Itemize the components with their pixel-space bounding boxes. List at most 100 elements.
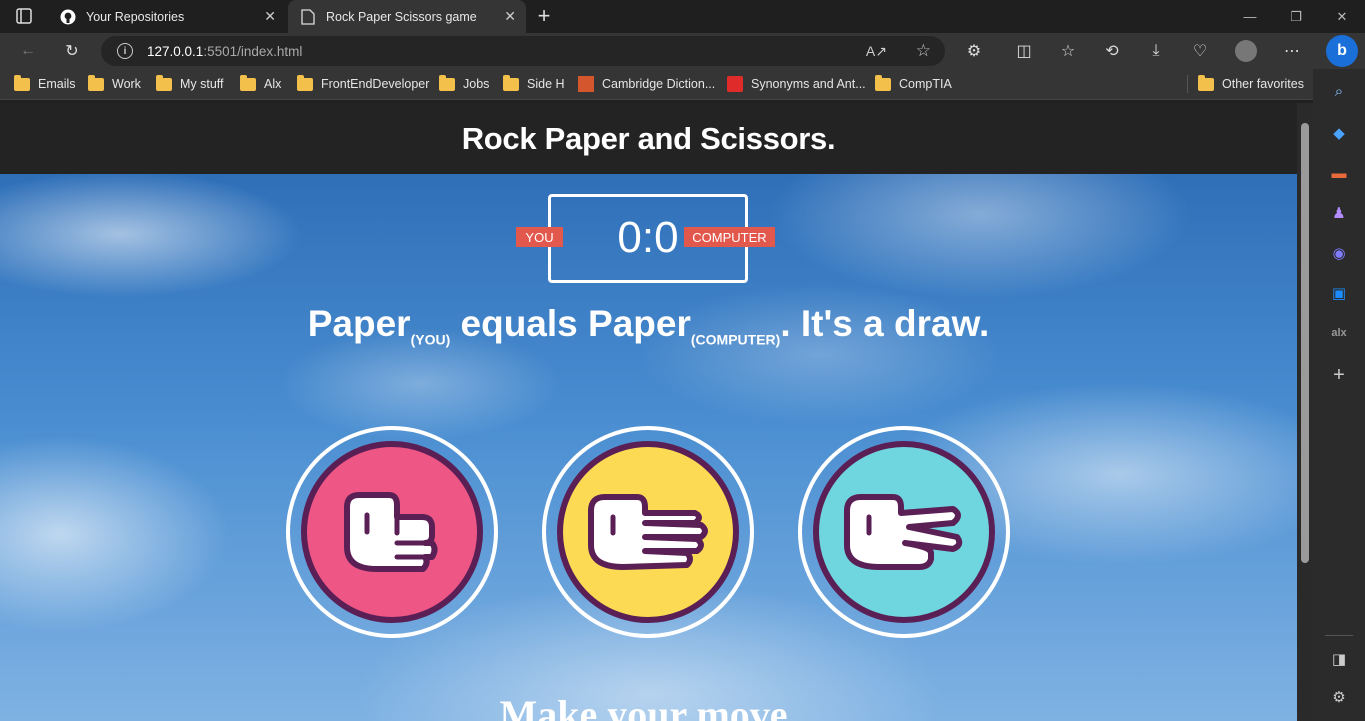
paper-choice-button[interactable] [542,426,754,638]
bookmark-label: Alx [264,77,282,91]
paper-hand-icon [588,494,708,570]
tools-icon[interactable]: ▬ [1327,161,1351,185]
page-title: Rock Paper and Scissors. [461,120,836,156]
page-scrollbar[interactable] [1297,103,1313,721]
microsoft365-icon[interactable]: ◉ [1327,241,1351,265]
bookmark-label: Side H [527,77,565,91]
bookmark-label: Jobs [463,77,490,91]
computer-choice-text: Paper [588,303,691,344]
bookmarks-bar: Emails Work My stuff Alx FrontEndDevelop… [0,69,1313,100]
bookmark-divider [1187,75,1188,93]
thesaurus-logo-icon [727,76,743,92]
edge-sidebar: ⌕ ◆ ▬ ♟ ◉ ▣ alx + ◨ ⚙ [1313,69,1365,721]
result-outcome: . It's a draw. [780,303,990,344]
bookmark-comptia[interactable]: CompTIA [875,74,952,94]
user-choice-text: Paper [307,303,411,344]
bookmark-work[interactable]: Work [88,74,141,94]
bookmark-synonyms[interactable]: Synonyms and Ant... [727,74,866,94]
bookmark-label: FrontEndDeveloper [321,77,430,91]
result-verb: equals [460,303,578,344]
close-window-icon[interactable]: ✕ [1319,0,1365,33]
rock-hand-icon [344,492,438,572]
bookmark-label: Cambridge Diction... [602,77,716,91]
games-icon[interactable]: ♟ [1327,201,1351,225]
split-screen-icon[interactable]: ◫ [1010,37,1038,65]
paper-circle [557,441,739,623]
tab-repositories[interactable]: Your Repositories ✕ [48,0,286,33]
make-move-prompt: Make your move. [499,692,798,721]
favorite-star-icon[interactable]: ☆ [916,41,931,61]
bookmark-alx[interactable]: Alx [240,74,281,94]
close-tab-icon[interactable]: ✕ [264,8,276,25]
tab-bar: Your Repositories ✕ Rock Paper Scissors … [0,0,1365,33]
cambridge-logo-icon [578,76,594,92]
outlook-icon[interactable]: ▣ [1327,281,1351,305]
bookmark-my-stuff[interactable]: My stuff [156,74,224,94]
navigation-bar: ← ↻ i 127.0.0.1:5501/index.html A↗ ☆ ⚙ ◫… [0,33,1365,69]
folder-icon [14,74,30,91]
settings-icon[interactable]: ⚙ [1327,685,1351,709]
scissors-circle [813,441,995,623]
scissors-hand-icon [844,494,963,570]
bookmark-label: Other favorites [1222,77,1304,91]
url-path: :5501/index.html [203,43,303,59]
extensions-icon[interactable]: ⚙ [960,37,988,65]
folder-icon [156,74,172,91]
tab-label: Your Repositories [86,9,185,24]
hide-sidebar-icon[interactable]: ◨ [1327,647,1351,671]
bookmark-jobs[interactable]: Jobs [439,74,489,94]
search-icon[interactable]: ⌕ [1327,79,1351,103]
bookmark-frontenddeveloper[interactable]: FrontEndDeveloper [297,74,429,94]
more-options-icon[interactable]: ⋯ [1278,37,1306,65]
computer-tag: (COMPUTER) [690,331,781,348]
rock-choice-button[interactable] [286,426,498,638]
new-tab-icon[interactable]: + [530,2,558,30]
page-viewport: Rock Paper and Scissors. 0:0 YOU COMPUTE… [0,103,1297,721]
downloads-icon[interactable]: ⤓ [1142,37,1170,65]
scrollbar-thumb[interactable] [1301,123,1309,563]
folder-icon [503,74,519,91]
scissors-choice-button[interactable] [798,426,1010,638]
alx-icon[interactable]: alx [1327,321,1351,345]
tab-label: Rock Paper Scissors game [326,9,477,24]
favorites-icon[interactable]: ☆ [1054,37,1082,65]
computer-label-badge: COMPUTER [684,227,775,247]
folder-icon [875,74,891,91]
user-label-badge: YOU [516,227,563,247]
site-header: Rock Paper and Scissors. [0,103,1297,174]
url-text: 127.0.0.1:5501/index.html [147,44,302,59]
back-icon[interactable]: ← [14,37,42,65]
minimize-icon[interactable]: — [1227,0,1273,33]
read-aloud-icon[interactable]: A↗ [866,43,887,60]
url-host: 127.0.0.1 [147,43,204,59]
rock-circle [301,441,483,623]
history-icon[interactable]: ⟲ [1098,37,1126,65]
close-tab-icon[interactable]: ✕ [504,8,516,25]
bookmark-other-favorites[interactable]: Other favorites [1198,74,1304,94]
address-bar[interactable]: i 127.0.0.1:5501/index.html A↗ ☆ [101,36,945,66]
refresh-icon[interactable]: ↻ [58,37,86,65]
folder-icon [439,74,455,91]
sidebar-divider [1325,635,1353,636]
add-sidebar-app-icon[interactable]: + [1327,363,1351,387]
bookmark-label: Synonyms and Ant... [751,77,866,91]
bookmark-cambridge[interactable]: Cambridge Diction... [578,74,715,94]
result-message: Paper(YOU) equals Paper(COMPUTER). It's … [0,303,1297,347]
bookmark-label: Work [112,77,141,91]
folder-icon [240,74,256,91]
bookmark-label: Emails [38,77,76,91]
restore-icon[interactable]: ❐ [1273,0,1319,33]
performance-icon[interactable]: ♡ [1186,37,1214,65]
bookmark-side-h[interactable]: Side H [503,74,565,94]
user-tag: (YOU) [410,331,451,348]
tab-rock-paper-scissors[interactable]: Rock Paper Scissors game ✕ [288,0,526,33]
shopping-tag-icon[interactable]: ◆ [1327,121,1351,145]
tab-actions-icon[interactable] [10,2,38,30]
site-info-icon[interactable]: i [117,43,133,59]
copilot-icon[interactable]: b [1326,35,1358,67]
profile-avatar-icon[interactable] [1232,37,1260,65]
folder-icon [1198,74,1214,91]
github-icon [60,9,76,25]
bookmark-emails[interactable]: Emails [14,74,76,94]
bookmark-label: My stuff [180,77,224,91]
